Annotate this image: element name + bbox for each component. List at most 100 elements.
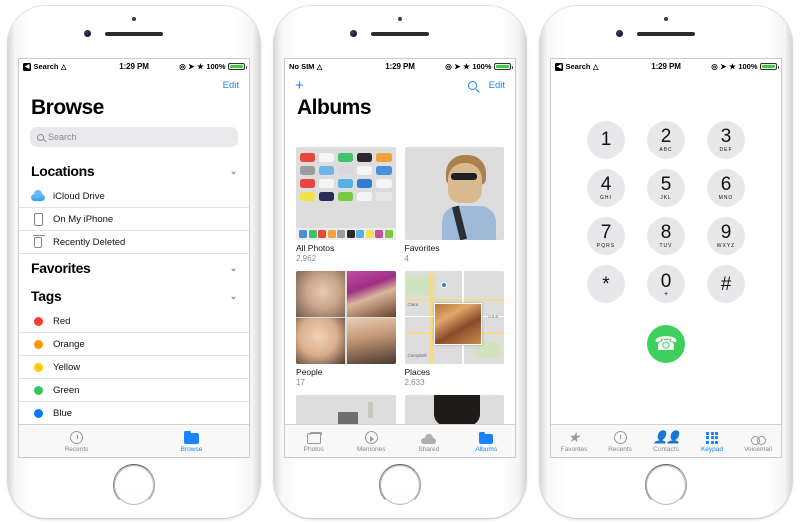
chevron-down-icon[interactable]: ⌄	[230, 166, 238, 177]
album-favorites[interactable]: Favorites 4	[404, 147, 504, 263]
home-button[interactable]	[645, 464, 687, 506]
chevron-down-icon[interactable]: ⌄	[230, 263, 238, 274]
chevron-down-icon[interactable]: ⌄	[230, 291, 238, 302]
tab-bar-photos: Photos Memories Shared Albums	[285, 424, 515, 457]
tab-label: Albums	[475, 446, 498, 453]
key-letters: DEF	[719, 147, 733, 153]
section-header-locations[interactable]: Locations ⌄	[19, 157, 249, 185]
voicemail-icon	[750, 429, 766, 445]
clock-icon	[613, 429, 627, 444]
album-partial-row-right[interactable]	[404, 395, 504, 424]
edit-button[interactable]: Edit	[223, 80, 239, 91]
keypad-row: 1 2 ABC 3 DEF	[587, 121, 745, 159]
key-digit: 1	[600, 129, 612, 150]
status-bar: No SIM △ 1:29 PM ◎ ➤ ★ 100%	[285, 59, 515, 74]
status-time: 1:29 PM	[385, 62, 415, 71]
alarm-icon: ◎	[179, 62, 186, 71]
tag-dot-icon	[31, 360, 45, 374]
album-people[interactable]: People 17	[296, 271, 396, 387]
key-5[interactable]: 5 JKL	[647, 169, 685, 207]
key-letters: JKL	[660, 195, 672, 201]
list-item-recently-deleted[interactable]: Recently Deleted	[19, 231, 249, 254]
icloud-icon	[31, 189, 45, 203]
tag-label: Orange	[53, 338, 85, 350]
album-places[interactable]: Clara Campbell o s e Places 2,633	[404, 271, 504, 387]
key-1[interactable]: 1	[587, 121, 625, 159]
tab-contacts[interactable]: 👤👤 Contacts	[643, 429, 689, 453]
wifi-icon: △	[593, 63, 599, 71]
tag-item-orange[interactable]: Orange	[19, 333, 249, 356]
tab-photos[interactable]: Photos	[285, 429, 343, 453]
tab-recents[interactable]: Recents	[597, 429, 643, 453]
list-item-label: Recently Deleted	[53, 236, 126, 248]
key-3[interactable]: 3 DEF	[707, 121, 745, 159]
search-icon[interactable]	[467, 80, 477, 90]
tab-voicemail[interactable]: Voicemail	[735, 429, 781, 453]
tab-keypad[interactable]: Keypad	[689, 429, 735, 453]
keypad-row: 7 PQRS 8 TUV 9 WXYZ	[587, 217, 745, 255]
tag-item-yellow[interactable]: Yellow	[19, 356, 249, 379]
album-partial-row-left[interactable]	[296, 395, 396, 424]
keypad-icon	[705, 429, 719, 444]
tab-recents[interactable]: Recents	[19, 429, 134, 453]
list-item-label: On My iPhone	[53, 213, 114, 225]
tab-label: Favorites	[560, 446, 588, 453]
back-chip-icon[interactable]: ◀	[23, 62, 31, 71]
tag-item-green[interactable]: Green	[19, 379, 249, 402]
home-button[interactable]	[379, 464, 421, 506]
search-input[interactable]: Search	[30, 127, 238, 147]
iphone-device-files: ◀ Search △ 1:29 PM ◎ ➤ ★ 100% Edit Brows…	[8, 6, 260, 518]
key-7[interactable]: 7 PQRS	[587, 217, 625, 255]
tab-favorites[interactable]: ★ Favorites	[551, 429, 597, 453]
home-button[interactable]	[113, 464, 155, 506]
album-thumbnail	[404, 395, 504, 424]
clock-icon	[70, 429, 83, 444]
tab-bar-files: Recents Browse	[19, 424, 249, 457]
key-hash[interactable]: #	[707, 265, 745, 303]
folder-icon	[184, 429, 199, 444]
key-star[interactable]: *	[587, 265, 625, 303]
battery-icon	[760, 62, 780, 71]
album-count: 2,962	[296, 254, 317, 263]
tab-browse[interactable]: Browse	[134, 429, 249, 453]
photos-icon	[306, 429, 323, 444]
tag-item-red[interactable]: Red	[19, 310, 249, 333]
keypad-row: * 0 + #	[587, 265, 745, 303]
screenshot-stage: ◀ Search △ 1:29 PM ◎ ➤ ★ 100% Edit Brows…	[0, 0, 800, 524]
call-button[interactable]: ☎	[647, 325, 685, 363]
album-all-photos[interactable]: All Photos 2,962	[296, 147, 396, 263]
front-camera	[350, 30, 357, 37]
proximity-sensor	[132, 17, 136, 21]
key-9[interactable]: 9 WXYZ	[707, 217, 745, 255]
key-letters: +	[663, 290, 669, 298]
tag-item-blue[interactable]: Blue	[19, 402, 249, 425]
albums-scroll-area[interactable]: All Photos 2,962 Favorites 4 People 17 C…	[285, 141, 515, 424]
iphone-icon	[31, 212, 45, 226]
key-4[interactable]: 4 GHI	[587, 169, 625, 207]
keypad-row: 4 GHI 5 JKL 6 MNO	[587, 169, 745, 207]
proximity-sensor	[664, 17, 668, 21]
key-0[interactable]: 0 +	[647, 265, 685, 303]
status-carrier: No SIM	[289, 62, 315, 71]
tab-shared[interactable]: Shared	[400, 429, 458, 453]
key-2[interactable]: 2 ABC	[647, 121, 685, 159]
key-letters: ABC	[659, 147, 673, 153]
edit-button[interactable]: Edit	[489, 80, 505, 91]
section-header-favorites[interactable]: Favorites ⌄	[19, 254, 249, 282]
tag-label: Yellow	[53, 361, 81, 373]
key-8[interactable]: 8 TUV	[647, 217, 685, 255]
section-title: Favorites	[31, 260, 91, 276]
tab-albums[interactable]: Albums	[458, 429, 516, 453]
add-album-button[interactable]: +	[295, 78, 304, 93]
trash-icon	[31, 234, 45, 249]
list-item-on-my-iphone[interactable]: On My iPhone	[19, 208, 249, 231]
tab-memories[interactable]: Memories	[343, 429, 401, 453]
key-6[interactable]: 6 MNO	[707, 169, 745, 207]
list-item-icloud-drive[interactable]: iCloud Drive	[19, 185, 249, 208]
key-digit: 8	[660, 222, 672, 243]
proximity-sensor	[398, 17, 402, 21]
back-chip-icon[interactable]: ◀	[555, 62, 563, 71]
tab-label: Keypad	[700, 446, 724, 453]
tag-dot-icon	[31, 383, 45, 397]
section-header-tags[interactable]: Tags ⌄	[19, 282, 249, 310]
